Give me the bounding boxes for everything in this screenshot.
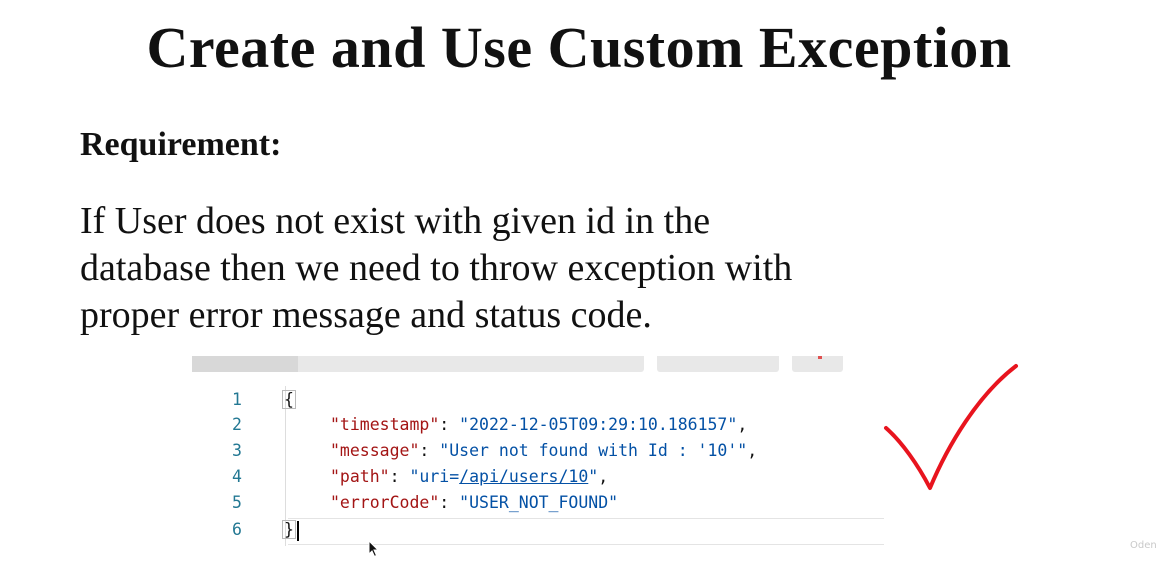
watermark: Oden [1130, 540, 1157, 551]
code-line[interactable]: 6 } [192, 517, 884, 542]
code-line[interactable]: 3 "message": "User not found with Id : '… [192, 438, 884, 463]
code-line[interactable]: 5 "errorCode": "USER_NOT_FOUND" [192, 490, 884, 515]
code-line[interactable]: 2 "timestamp": "2022-12-05T09:29:10.1861… [192, 412, 884, 437]
line-number: 2 [232, 415, 242, 434]
json-value-suffix: " [588, 467, 599, 486]
json-separator: : [439, 415, 460, 434]
text-cursor [296, 520, 299, 541]
requirement-description: If User does not exist with given id in … [80, 198, 1040, 339]
description-line: If User does not exist with given id in … [80, 200, 711, 242]
json-separator: : [419, 441, 440, 460]
json-separator: : [439, 493, 460, 512]
editor-tab-bar[interactable] [192, 356, 644, 372]
line-number: 6 [232, 520, 242, 539]
active-tab[interactable] [192, 356, 298, 372]
json-key: "path" [330, 467, 390, 486]
json-response-editor[interactable]: 1 { 2 "timestamp": "2022-12-05T09:29:10.… [192, 356, 884, 558]
close-brace: } [282, 520, 296, 539]
tab-indicator-icon [818, 356, 822, 359]
json-value: "2022-12-05T09:29:10.186157" [459, 415, 738, 434]
description-line: proper error message and status code. [80, 294, 652, 336]
open-brace: { [282, 390, 296, 409]
checkmark-icon [884, 364, 1018, 490]
json-value: "USER_NOT_FOUND" [459, 493, 619, 512]
line-number: 3 [232, 441, 242, 460]
line-number: 1 [232, 390, 242, 409]
mouse-pointer-icon [368, 540, 380, 558]
code-line[interactable]: 4 "path": "uri=/api/users/10", [192, 464, 884, 489]
line-number: 5 [232, 493, 242, 512]
description-line: database then we need to throw exception… [80, 247, 793, 289]
json-key: "message" [330, 441, 420, 460]
json-value: "User not found with Id : '10'" [439, 441, 748, 460]
json-comma: , [737, 415, 748, 434]
uri-link[interactable]: /api/users/10 [459, 467, 588, 486]
slide-title: Create and Use Custom Exception [146, 15, 1012, 80]
json-value-prefix: "uri= [409, 467, 460, 486]
code-line[interactable]: 1 { [192, 387, 884, 412]
json-comma: , [598, 467, 609, 486]
json-comma: , [747, 441, 758, 460]
editor-tab[interactable] [657, 356, 779, 372]
requirement-heading: Requirement: [80, 126, 282, 163]
json-key: "errorCode" [330, 493, 440, 512]
line-number: 4 [232, 467, 242, 486]
editor-tab[interactable] [792, 356, 843, 372]
json-separator: : [389, 467, 410, 486]
json-key: "timestamp" [330, 415, 440, 434]
